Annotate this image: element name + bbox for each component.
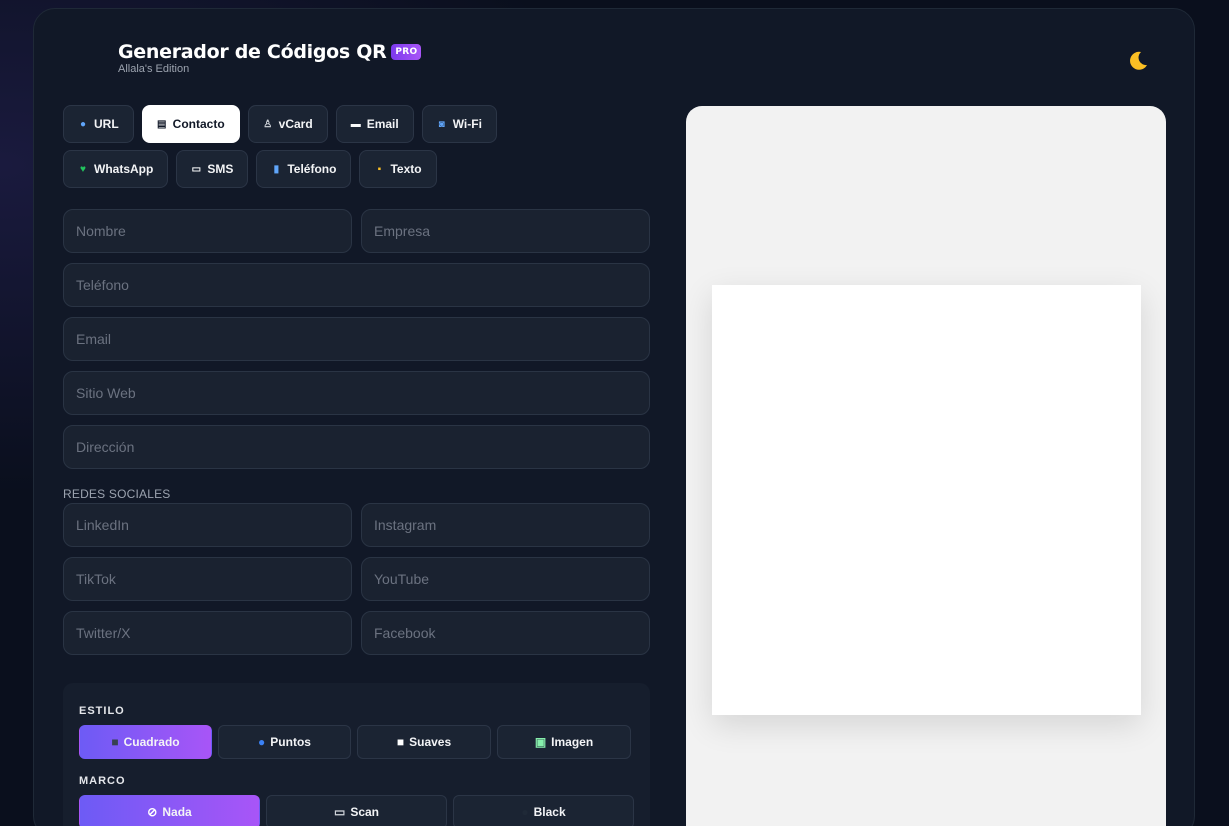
redes-sociales-label: REDES SOCIALES [63, 487, 171, 501]
marco-label: MARCO [79, 775, 126, 787]
option-label: Imagen [551, 735, 594, 749]
estilo-puntos-button[interactable]: ● Puntos [218, 725, 351, 759]
tab-telefono[interactable]: ▮ Teléfono [256, 150, 352, 188]
qr-code-canvas [712, 285, 1141, 715]
tab-whatsapp[interactable]: ♥ WhatsApp [63, 150, 169, 188]
option-label: Black [533, 805, 566, 819]
qr-type-tabs: ● URL ▤ Contacto ♙ vCard ▬ Email ◙ Wi-Fi ♥ Wha… [63, 105, 663, 195]
generator-card: Generador de Códigos QR PRO Allala's Edi… [33, 8, 1195, 826]
tab-label: Teléfono [287, 162, 337, 176]
option-label: Scan [350, 805, 380, 819]
message-icon: ▭ [191, 163, 202, 175]
option-label: Cuadrado [123, 735, 180, 749]
tab-label: SMS [207, 162, 234, 176]
picture-icon: ▣ [534, 735, 547, 749]
memo-icon: ▪ [377, 163, 382, 175]
nombre-input[interactable]: Nombre [63, 209, 352, 253]
person-icon: ♙ [263, 118, 273, 130]
tab-wifi[interactable]: ◙ Wi-Fi [421, 105, 497, 143]
direccion-input[interactable]: Dirección [63, 425, 650, 469]
globe-icon: ● [79, 118, 87, 130]
instagram-input[interactable]: Instagram [361, 503, 650, 547]
youtube-input[interactable]: YouTube [361, 557, 650, 601]
estilo-cuadrado-button[interactable]: ■ Cuadrado [79, 725, 212, 759]
tab-email[interactable]: ▬ Email [335, 105, 414, 143]
tab-row-2: ♥ WhatsApp ▭ SMS ▮ Teléfono ▪ Texto [63, 150, 663, 188]
camera-icon: ▭ [333, 805, 346, 819]
option-label: Nada [162, 805, 192, 819]
tab-label: Texto [390, 162, 422, 176]
style-panel: ESTILO ■ Cuadrado ● Puntos ■ Suaves ▣ Imagen… [63, 683, 650, 826]
tab-contacto[interactable]: ▤ Contacto [141, 105, 240, 143]
tiktok-input[interactable]: TikTok [63, 557, 352, 601]
marco-options: ⊘ Nada ▭ Scan ● Black [79, 795, 634, 826]
sitio-web-input[interactable]: Sitio Web [63, 371, 650, 415]
green-heart-icon: ♥ [80, 163, 86, 175]
white-square-icon: ■ [396, 735, 405, 749]
contact-form: Nombre Empresa Teléfono Email Sitio Web … [63, 209, 650, 665]
tab-label: WhatsApp [94, 162, 154, 176]
tab-sms[interactable]: ▭ SMS [176, 150, 249, 188]
qr-preview-panel [686, 106, 1166, 826]
wifi-icon: ◙ [438, 118, 445, 130]
tab-url[interactable]: ● URL [63, 105, 134, 143]
estilo-imagen-button[interactable]: ▣ Imagen [497, 725, 631, 759]
app-header: Generador de Códigos QR PRO Allala's Edi… [118, 41, 422, 75]
contact-card-icon: ▤ [156, 118, 167, 130]
option-label: Puntos [270, 735, 311, 749]
phone-icon: ▮ [273, 163, 280, 175]
black-circle-icon: ● [521, 805, 529, 819]
tab-label: Contacto [172, 117, 225, 131]
marco-nada-button[interactable]: ⊘ Nada [79, 795, 260, 826]
empresa-input[interactable]: Empresa [361, 209, 650, 253]
page-title: Generador de Códigos QR PRO [118, 41, 422, 63]
envelope-icon: ▬ [350, 118, 361, 130]
edition-subtitle: Allala's Edition [118, 63, 190, 75]
tab-label: Wi-Fi [452, 117, 482, 131]
pro-badge: PRO [391, 44, 422, 60]
blue-circle-icon: ● [258, 735, 266, 749]
tab-texto[interactable]: ▪ Texto [359, 150, 437, 188]
marco-scan-button[interactable]: ▭ Scan [266, 795, 447, 826]
tab-label: vCard [278, 117, 313, 131]
estilo-suaves-button[interactable]: ■ Suaves [357, 725, 491, 759]
tab-vcard[interactable]: ♙ vCard [247, 105, 328, 143]
tab-label: Email [366, 117, 399, 131]
email-input[interactable]: Email [63, 317, 650, 361]
title-text: Generador de Códigos QR [118, 41, 387, 63]
prohibited-icon: ⊘ [147, 805, 158, 819]
estilo-label: ESTILO [79, 705, 125, 717]
telefono-input[interactable]: Teléfono [63, 263, 650, 307]
tab-label: URL [94, 117, 119, 131]
black-square-icon: ■ [111, 735, 119, 749]
marco-black-button[interactable]: ● Black [453, 795, 634, 826]
facebook-input[interactable]: Facebook [361, 611, 650, 655]
dark-mode-toggle[interactable] [1126, 49, 1150, 73]
estilo-options: ■ Cuadrado ● Puntos ■ Suaves ▣ Imagen [79, 725, 631, 759]
option-label: Suaves [409, 735, 452, 749]
twitter-input[interactable]: Twitter/X [63, 611, 352, 655]
linkedin-input[interactable]: LinkedIn [63, 503, 352, 547]
moon-icon [1130, 51, 1147, 70]
tab-row-1: ● URL ▤ Contacto ♙ vCard ▬ Email ◙ Wi-Fi [63, 105, 663, 143]
